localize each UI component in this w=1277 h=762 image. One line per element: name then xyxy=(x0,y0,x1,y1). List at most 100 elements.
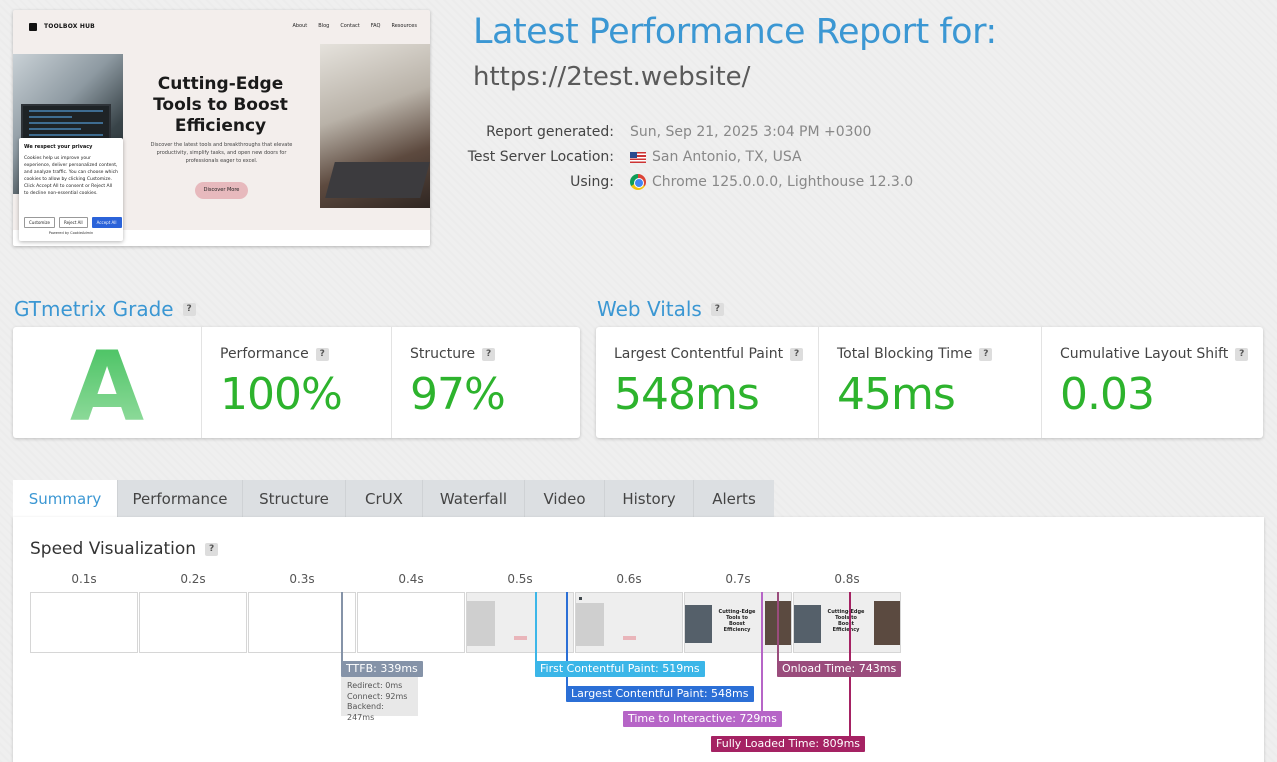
ttfb-connect: Connect: 92ms xyxy=(347,691,408,701)
tti-line xyxy=(761,592,763,712)
speed-visualization-heading: Speed Visualization ? xyxy=(30,539,219,559)
tab-structure[interactable]: Structure xyxy=(243,480,346,517)
filmstrip-frame[interactable] xyxy=(466,592,574,653)
performance-label: Performance xyxy=(220,346,309,362)
cls-label: Cumulative Layout Shift xyxy=(1060,346,1229,362)
filmstrip-frame[interactable] xyxy=(139,592,247,653)
lcp-marker[interactable]: Largest Contentful Paint: 548ms xyxy=(566,686,754,702)
question-icon[interactable]: ? xyxy=(482,347,496,361)
timeline-label: 0.6s xyxy=(616,572,642,586)
thumb-nav-link: Contact xyxy=(340,23,360,29)
grade-letter: A xyxy=(13,331,201,443)
web-vitals-title: Web Vitals xyxy=(597,297,702,321)
server-location-label: Test Server Location: xyxy=(467,149,614,165)
filmstrip-frame[interactable]: Cutting-Edge Tools to Boost Efficiency xyxy=(684,592,792,653)
thumb-hero-title: Cutting-Edge Tools to Boost Efficiency xyxy=(153,74,288,136)
question-icon[interactable]: ? xyxy=(710,302,724,316)
lcp-label: Largest Contentful Paint xyxy=(614,346,784,362)
filmstrip-frame[interactable] xyxy=(575,592,683,653)
cookie-customize-button: Customize xyxy=(24,217,55,228)
timeline-label: 0.4s xyxy=(398,572,424,586)
report-generated-row: Report generated: Sun, Sep 21, 2025 3:04… xyxy=(400,124,1000,144)
tab-history[interactable]: History xyxy=(605,480,694,517)
question-icon[interactable]: ? xyxy=(979,347,993,361)
question-icon[interactable]: ? xyxy=(315,347,329,361)
cls-cell: Cumulative Layout Shift ? 0.03 xyxy=(1042,327,1263,438)
chrome-icon xyxy=(630,174,646,190)
ttfb-redirect: Redirect: 0ms xyxy=(347,681,403,690)
report-generated-label: Report generated: xyxy=(486,124,614,140)
thumb-nav-link: About xyxy=(292,23,308,29)
performance-cell: Performance ? 100% xyxy=(202,327,392,438)
timeline-label: 0.1s xyxy=(71,572,97,586)
timeline-label: 0.3s xyxy=(289,572,315,586)
cookie-accept-button: Accept All xyxy=(91,217,122,228)
cookie-text: Cookies help us improve your experience,… xyxy=(24,156,118,196)
speed-visualization-title: Speed Visualization xyxy=(30,539,197,559)
gtmetrix-grade-title: GTmetrix Grade xyxy=(14,297,174,321)
question-icon[interactable]: ? xyxy=(1235,347,1249,361)
lcp-cell: Largest Contentful Paint ? 548ms xyxy=(596,327,819,438)
filmstrip-frame[interactable]: Cutting-Edge Tools to Boost Efficiency xyxy=(793,592,901,653)
report-title: Latest Performance Report for: xyxy=(473,12,997,52)
report-url[interactable]: https://2test.website/ xyxy=(473,62,750,92)
filmstrip-frame[interactable] xyxy=(248,592,356,653)
timeline-label: 0.7s xyxy=(725,572,751,586)
server-location-value: San Antonio, TX, USA xyxy=(652,149,802,165)
tab-video[interactable]: Video xyxy=(525,480,605,517)
gtmetrix-grade-heading: GTmetrix Grade ? xyxy=(14,297,196,321)
timeline-label: 0.5s xyxy=(507,572,533,586)
tab-waterfall[interactable]: Waterfall xyxy=(423,480,525,517)
onload-line xyxy=(777,592,779,662)
question-icon[interactable]: ? xyxy=(182,302,196,316)
cookie-title: We respect your privacy xyxy=(24,144,93,150)
performance-value: 100% xyxy=(220,369,343,420)
cookie-buttons: Customize Reject All Accept All xyxy=(24,217,122,228)
gtmetrix-grade-card: A Performance ? 100% Structure ? 97% xyxy=(13,327,580,443)
ttfb-line xyxy=(341,592,343,662)
us-flag-icon xyxy=(630,151,646,163)
server-location-row: Test Server Location: San Antonio, TX, U… xyxy=(400,149,1000,169)
report-generated-value: Sun, Sep 21, 2025 3:04 PM +0300 xyxy=(630,124,872,140)
site-screenshot: TOOLBOX HUB About Blog Contact FAQ Resou… xyxy=(13,10,430,246)
ttfb-marker[interactable]: TTFB: 339ms xyxy=(341,661,423,677)
tab-performance[interactable]: Performance xyxy=(118,480,243,517)
structure-cell: Structure ? 97% xyxy=(392,327,580,438)
onload-marker[interactable]: Onload Time: 743ms xyxy=(777,661,902,677)
fcp-line xyxy=(535,592,537,662)
cookie-powered-by: Powered by CookieAdmin xyxy=(48,231,94,235)
thumb-nav-link: FAQ xyxy=(370,23,381,29)
tab-crux[interactable]: CrUX xyxy=(346,480,423,517)
tbt-label: Total Blocking Time xyxy=(837,346,973,362)
using-label: Using: xyxy=(570,174,614,190)
thumb-navbar: TOOLBOX HUB About Blog Contact FAQ Resou… xyxy=(13,10,430,42)
tab-alerts[interactable]: Alerts xyxy=(694,480,774,517)
question-icon[interactable]: ? xyxy=(790,347,804,361)
tab-summary[interactable]: Summary xyxy=(13,480,118,517)
tbt-cell: Total Blocking Time ? 45ms xyxy=(819,327,1042,438)
grade-cell: A xyxy=(13,327,202,443)
web-vitals-card: Largest Contentful Paint ? 548ms Total B… xyxy=(596,327,1263,438)
web-vitals-heading: Web Vitals ? xyxy=(597,297,724,321)
thumb-nav-links: About Blog Contact FAQ Resources xyxy=(292,23,417,29)
thumb-hero-button: Discover More xyxy=(195,182,248,199)
structure-value: 97% xyxy=(410,369,506,420)
thumb-nav-link: Blog xyxy=(318,23,330,29)
fully-loaded-marker[interactable]: Fully Loaded Time: 809ms xyxy=(711,736,866,752)
report-tabs: Summary Performance Structure CrUX Water… xyxy=(13,480,774,517)
using-row: Using: Chrome 125.0.0.0, Lighthouse 12.3… xyxy=(400,174,1000,194)
cookie-reject-button: Reject All xyxy=(59,217,88,228)
tti-marker[interactable]: Time to Interactive: 729ms xyxy=(623,711,782,727)
fcp-marker[interactable]: First Contentful Paint: 519ms xyxy=(535,661,705,677)
thumb-hero-text: Discover the latest tools and breakthrou… xyxy=(150,142,293,164)
filmstrip-frame[interactable] xyxy=(357,592,465,653)
tbt-value: 45ms xyxy=(837,369,956,420)
using-value: Chrome 125.0.0.0, Lighthouse 12.3.0 xyxy=(652,174,914,190)
lcp-value: 548ms xyxy=(614,369,760,420)
ttfb-details: Redirect: 0ms Connect: 92ms Backend: 247… xyxy=(341,677,418,722)
cls-value: 0.03 xyxy=(1060,369,1155,420)
question-icon[interactable]: ? xyxy=(205,542,219,556)
structure-label: Structure xyxy=(410,346,476,362)
filmstrip-frame[interactable] xyxy=(30,592,138,653)
timeline-label: 0.2s xyxy=(180,572,206,586)
